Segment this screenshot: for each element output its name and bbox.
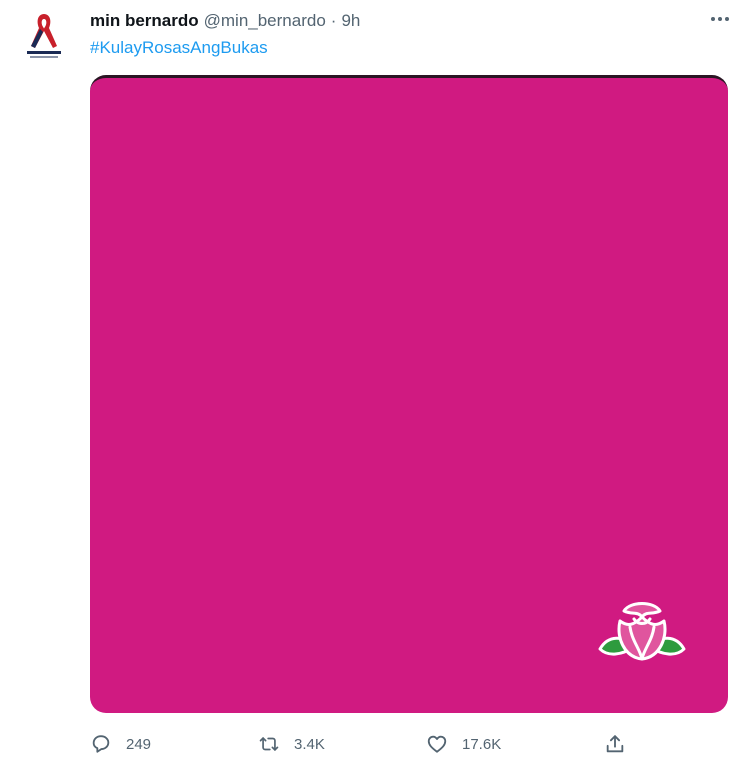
reply-count: 249: [126, 735, 152, 753]
more-options-button[interactable]: [706, 8, 734, 30]
timestamp[interactable]: 9h: [341, 10, 360, 32]
tweet-actions: 249 3.4K 17.6K: [90, 730, 650, 758]
like-count: 17.6K: [462, 735, 502, 753]
separator-dot: ·: [330, 11, 337, 30]
share-button[interactable]: [604, 730, 626, 758]
tweet-image[interactable]: [90, 75, 728, 713]
share-icon: [604, 733, 626, 755]
avatar[interactable]: [16, 8, 72, 64]
pink-rose-icon: [598, 602, 686, 661]
user-handle[interactable]: @min_bernardo: [204, 10, 326, 32]
tweet: min bernardo @min_bernardo · 9h #KulayRo…: [0, 0, 750, 766]
tweet-header: min bernardo @min_bernardo · 9h: [90, 10, 360, 32]
retweet-count: 3.4K: [294, 735, 325, 753]
retweet-button[interactable]: 3.4K: [258, 730, 325, 758]
heart-icon: [426, 733, 448, 755]
retweet-icon: [258, 733, 280, 755]
display-name[interactable]: min bernardo: [90, 10, 199, 32]
more-dots-icon: [711, 17, 729, 21]
reply-icon: [90, 733, 112, 755]
reply-button[interactable]: 249: [90, 730, 151, 758]
red-ribbon-logo: [27, 14, 61, 58]
like-button[interactable]: 17.6K: [426, 730, 501, 758]
hashtag-link[interactable]: #KulayRosasAngBukas: [90, 37, 268, 59]
